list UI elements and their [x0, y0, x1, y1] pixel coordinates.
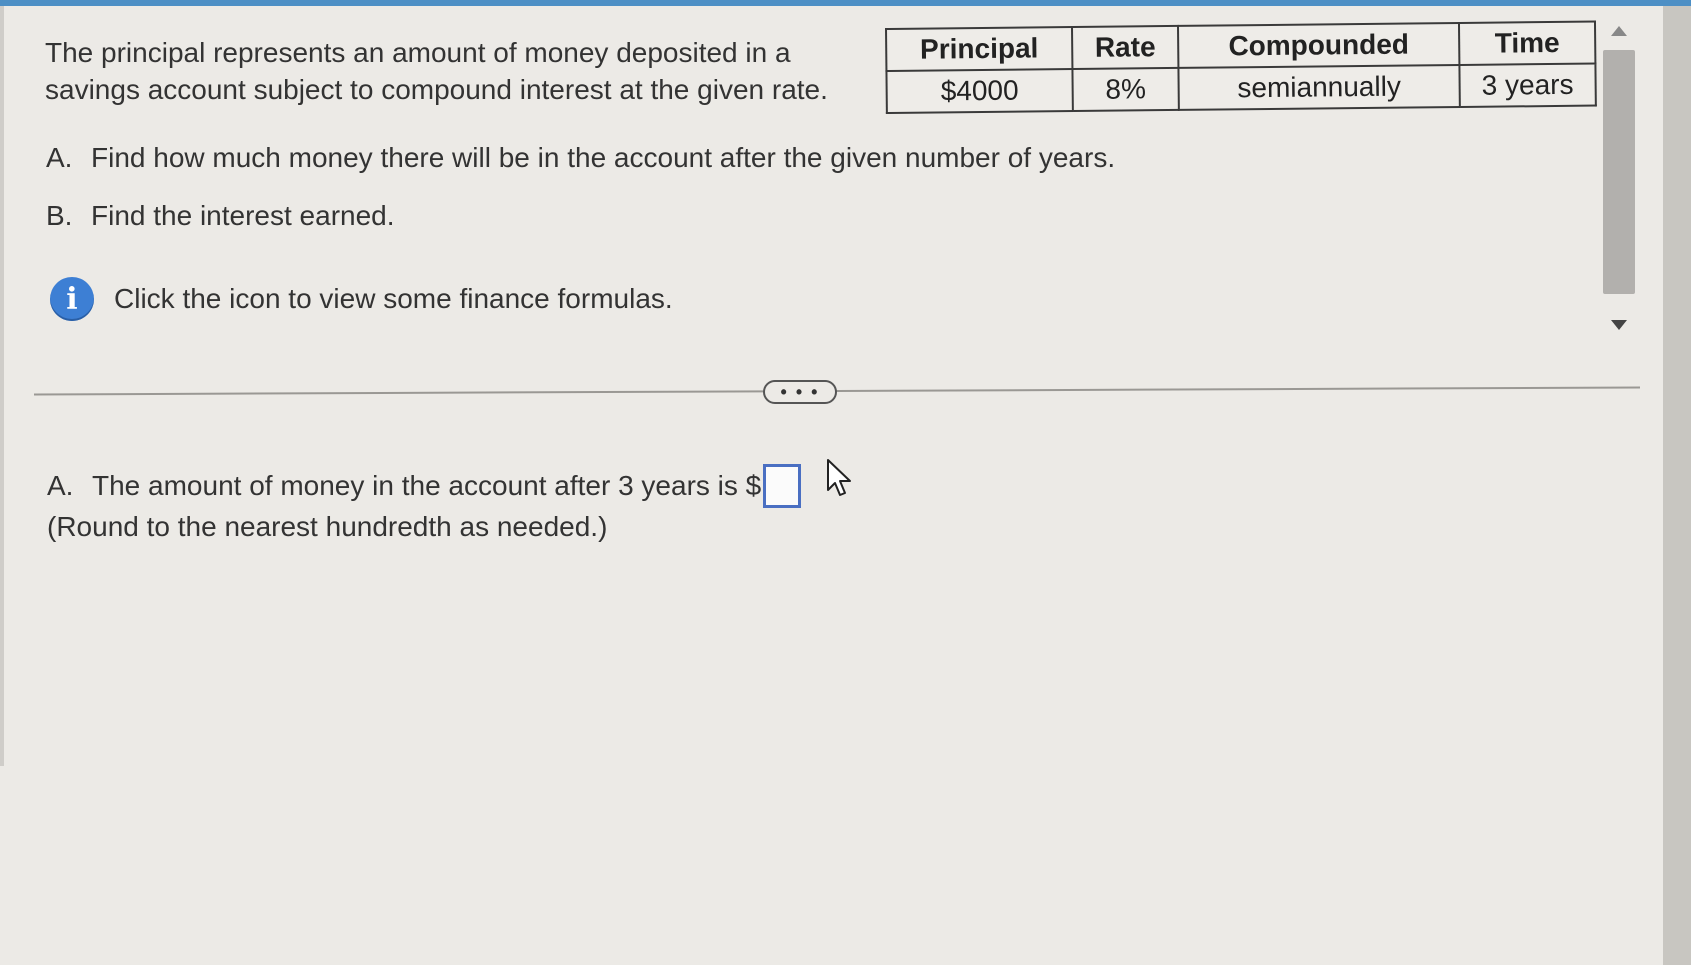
- header-time: Time: [1458, 21, 1596, 65]
- question-line-1: The principal represents an amount of mo…: [45, 37, 791, 68]
- answer-input[interactable]: [763, 464, 802, 508]
- section-divider: [34, 386, 1640, 396]
- answer-a-prompt: The amount of money in the account after…: [92, 470, 762, 501]
- finance-formulas-hint: i Click the icon to view some finance fo…: [50, 276, 673, 322]
- table-row: $4000 8% semiannually 3 years: [886, 63, 1596, 113]
- task-b-text: Find the interest earned.: [91, 200, 395, 231]
- task-a-letter: A.: [46, 142, 73, 173]
- question-statement: The principal represents an amount of mo…: [45, 34, 885, 108]
- question-scrollbar[interactable]: [1599, 22, 1637, 334]
- scroll-down-arrow-icon[interactable]: [1611, 320, 1627, 330]
- scroll-up-arrow-icon[interactable]: [1611, 26, 1627, 36]
- answer-a: A. The amount of money in the account af…: [47, 464, 802, 508]
- info-icon[interactable]: i: [50, 277, 94, 321]
- task-a-text: Find how much money there will be in the…: [91, 142, 1116, 173]
- right-edge: [1663, 6, 1691, 965]
- cell-compounded: semiannually: [1178, 64, 1460, 110]
- cell-rate: 8%: [1072, 67, 1179, 112]
- header-rate: Rate: [1072, 25, 1179, 70]
- task-b-letter: B.: [46, 200, 73, 231]
- task-b: B. Find the interest earned.: [46, 200, 395, 232]
- task-a: A. Find how much money there will be in t…: [46, 142, 1115, 174]
- info-text: Click the icon to view some finance form…: [114, 283, 673, 314]
- scroll-thumb[interactable]: [1603, 50, 1635, 294]
- question-line-2: savings account subject to compound inte…: [45, 74, 828, 105]
- cell-principal: $4000: [886, 69, 1073, 113]
- cell-time: 3 years: [1459, 63, 1596, 107]
- question-page: The principal represents an amount of mo…: [0, 6, 1691, 965]
- expand-button[interactable]: • • •: [763, 380, 837, 404]
- header-compounded: Compounded: [1177, 22, 1460, 68]
- answer-a-letter: A.: [47, 470, 74, 501]
- table-header-row: Principal Rate Compounded Time: [886, 21, 1596, 71]
- mouse-cursor-icon: [827, 459, 851, 496]
- parameters-table: Principal Rate Compounded Time $4000 8% …: [885, 21, 1597, 114]
- rounding-note: (Round to the nearest hundredth as neede…: [47, 511, 608, 542]
- header-principal: Principal: [886, 27, 1073, 71]
- left-edge: [0, 6, 4, 766]
